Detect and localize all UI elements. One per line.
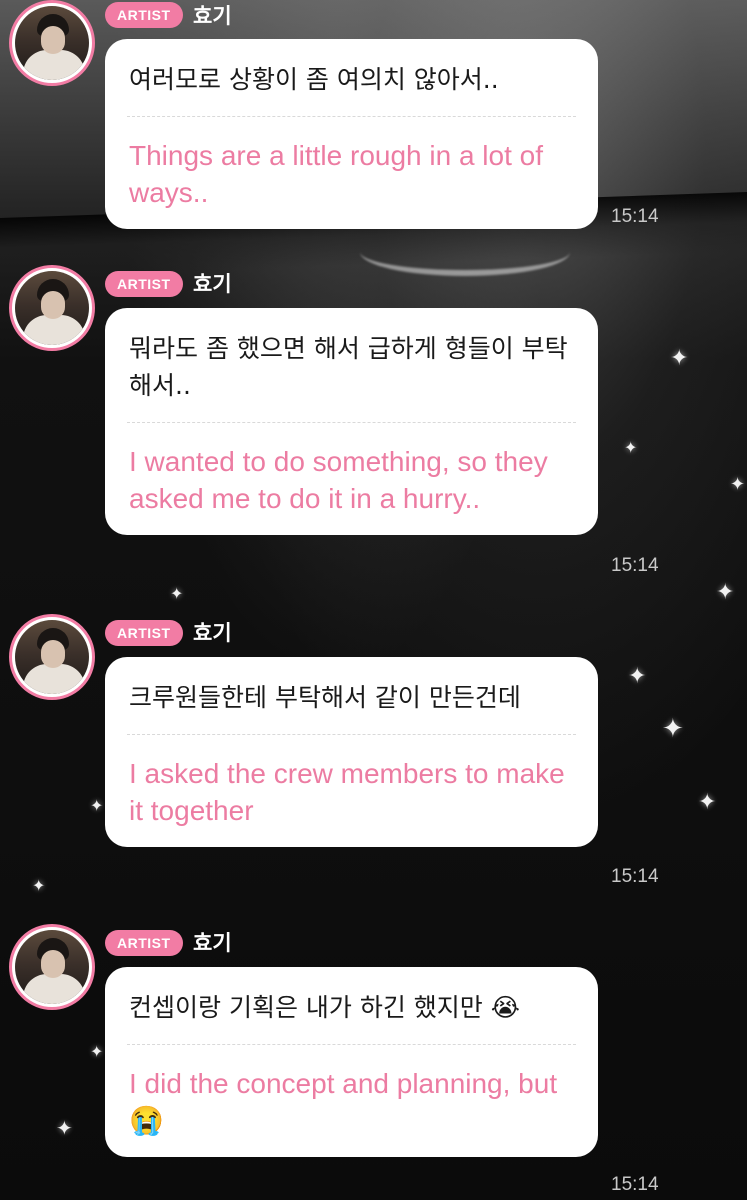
avatar-photo: [15, 620, 89, 694]
message-bubble[interactable]: 크루원들한테 부탁해서 같이 만든건데 I asked the crew mem…: [105, 657, 598, 847]
original-text: 크루원들한테 부탁해서 같이 만든건데: [129, 683, 521, 712]
artist-badge: ARTIST: [105, 271, 183, 297]
message-bubble[interactable]: 여러모로 상황이 좀 여의치 않아서.. Things are a little…: [105, 39, 598, 229]
message-time: 15:14: [611, 555, 659, 576]
background-light: [360, 228, 570, 276]
sender-name: 효기: [193, 621, 232, 645]
star-decoration: ✦: [670, 346, 689, 371]
star-decoration: ✦: [32, 876, 46, 895]
sender-name: 효기: [193, 4, 232, 28]
translated-text: I wanted to do something, so they asked …: [129, 446, 548, 514]
message-time: 15:14: [611, 206, 659, 227]
avatar-photo: [15, 6, 89, 80]
translated-text: I did the concept and planning, but 😭: [129, 1068, 558, 1136]
star-decoration: ✦: [90, 796, 104, 815]
message-time: 15:14: [611, 1174, 659, 1195]
artist-badge: ARTIST: [105, 620, 183, 646]
star-decoration: ✦: [170, 584, 184, 603]
artist-badge: ARTIST: [105, 930, 183, 956]
star-decoration: ✦: [698, 790, 717, 815]
artist-badge: ARTIST: [105, 2, 183, 28]
message-bubble[interactable]: 뭐라도 좀 했으면 해서 급하게 형들이 부탁해서.. I wanted to …: [105, 308, 598, 535]
avatar[interactable]: [9, 614, 95, 700]
avatar-photo: [15, 271, 89, 345]
message-bubble[interactable]: 컨셉이랑 기획은 내가 하긴 했지만 😭 I did the concept a…: [105, 967, 598, 1157]
avatar[interactable]: [9, 0, 95, 86]
sender-name: 효기: [193, 272, 232, 296]
avatar[interactable]: [9, 265, 95, 351]
translated-text: I asked the crew members to make it toge…: [129, 758, 565, 826]
star-decoration: ✦: [624, 438, 638, 457]
original-text: 컨셉이랑 기획은 내가 하긴 했지만 😭: [129, 993, 520, 1022]
avatar-photo: [15, 930, 89, 1004]
avatar[interactable]: [9, 924, 95, 1010]
sender-name: 효기: [193, 931, 232, 955]
star-decoration: ✦: [662, 714, 684, 744]
star-decoration: ✦: [56, 1116, 73, 1140]
message-time: 15:14: [611, 866, 659, 887]
star-decoration: ✦: [628, 664, 647, 689]
translated-text: Things are a little rough in a lot of wa…: [129, 140, 544, 208]
star-decoration: ✦: [730, 474, 746, 495]
original-text: 뭐라도 좀 했으면 해서 급하게 형들이 부탁해서..: [129, 334, 568, 400]
star-decoration: ✦: [716, 580, 735, 605]
original-text: 여러모로 상황이 좀 여의치 않아서..: [129, 65, 499, 94]
star-decoration: ✦: [90, 1042, 104, 1061]
